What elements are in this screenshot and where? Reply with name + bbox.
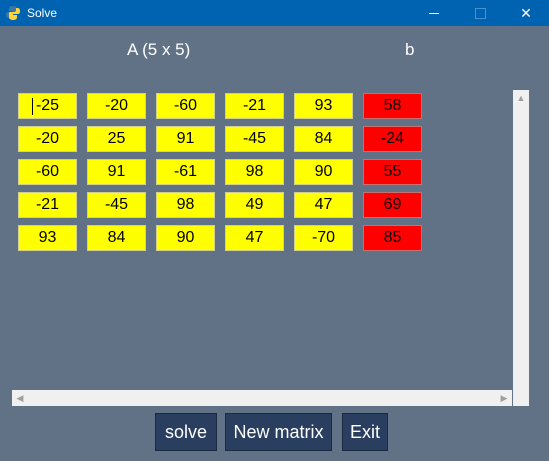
a-cell[interactable]: 47 [294, 192, 353, 218]
a-cell[interactable]: -25 [18, 93, 77, 119]
a-cell[interactable]: 98 [156, 192, 215, 218]
a-cell[interactable]: 98 [225, 159, 284, 185]
a-cell[interactable]: 49 [225, 192, 284, 218]
a-cell[interactable]: 90 [294, 159, 353, 185]
a-cell[interactable]: -21 [225, 93, 284, 119]
a-cell[interactable]: -21 [18, 192, 77, 218]
a-cell[interactable]: 90 [156, 225, 215, 251]
close-icon: ✕ [520, 4, 532, 21]
solve-button[interactable]: solve [155, 413, 217, 451]
title-bar: Solve ✕ [0, 0, 549, 26]
b-cell[interactable]: 55 [363, 159, 422, 185]
b-cell[interactable]: 85 [363, 225, 422, 251]
a-cell[interactable]: -45 [225, 126, 284, 152]
a-cell[interactable]: 91 [156, 126, 215, 152]
a-cell[interactable]: -61 [156, 159, 215, 185]
minimize-icon [429, 12, 439, 14]
scroll-left-icon[interactable]: ◀ [12, 390, 28, 406]
b-cell[interactable]: 69 [363, 192, 422, 218]
minimize-button[interactable] [411, 0, 457, 26]
scrollbar-corner [513, 390, 529, 406]
vector-header: b [405, 40, 415, 59]
scroll-right-icon[interactable]: ▶ [496, 390, 512, 406]
a-cell[interactable]: 84 [87, 225, 146, 251]
a-cell[interactable]: 93 [294, 93, 353, 119]
a-cell[interactable]: 25 [87, 126, 146, 152]
maximize-button[interactable] [457, 0, 503, 26]
maximize-icon [474, 7, 486, 19]
scroll-up-icon[interactable]: ▲ [513, 90, 529, 106]
a-cell[interactable]: -20 [18, 126, 77, 152]
a-cell[interactable]: 91 [87, 159, 146, 185]
text-caret [32, 98, 33, 115]
matrix-header: A (5 x 5) [127, 40, 191, 59]
a-cell[interactable]: 84 [294, 126, 353, 152]
b-cell[interactable]: 58 [363, 93, 422, 119]
a-cell[interactable]: 47 [225, 225, 284, 251]
exit-button[interactable]: Exit [342, 413, 388, 451]
a-cell[interactable]: -20 [87, 93, 146, 119]
a-cell[interactable]: -60 [18, 159, 77, 185]
a-cell[interactable]: -45 [87, 192, 146, 218]
a-cell[interactable]: -70 [294, 225, 353, 251]
vertical-scrollbar[interactable]: ▲ ▼ [513, 90, 529, 406]
b-cell[interactable]: -24 [363, 126, 422, 152]
close-button[interactable]: ✕ [503, 0, 549, 26]
a-cell[interactable]: -60 [156, 93, 215, 119]
python-icon [6, 6, 20, 20]
horizontal-scrollbar[interactable]: ◀ ▶ [12, 390, 512, 406]
window-title: Solve [27, 6, 58, 20]
new-matrix-button[interactable]: New matrix [225, 413, 332, 451]
a-cell[interactable]: 93 [18, 225, 77, 251]
